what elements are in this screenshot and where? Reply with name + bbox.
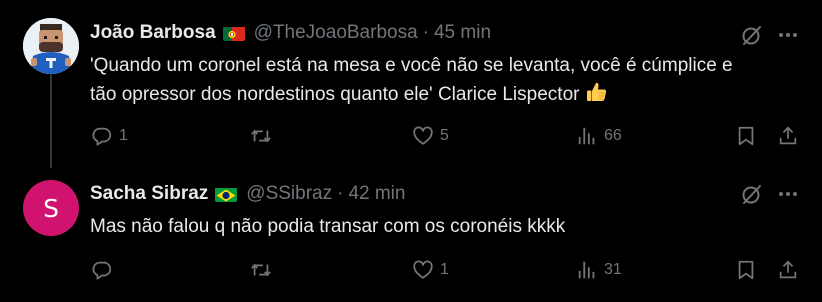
views-icon xyxy=(578,261,595,279)
tweet-1[interactable]: João Barbosa @TheJoaoBarbosa · 45 min 'Q… xyxy=(0,0,822,168)
reply-button[interactable] xyxy=(91,257,119,283)
bookmark-icon xyxy=(738,260,754,280)
post-text-line: tão opressor dos nordestinos quanto ele'… xyxy=(90,80,805,113)
post-text-line: 'Quando um coronel está na mesa e você n… xyxy=(90,55,733,76)
author-handle[interactable]: @TheJoaoBarbosa xyxy=(254,22,418,44)
tweet-2[interactable]: S Sacha Sibraz @SSibraz · 42 min Mas não… xyxy=(0,160,822,302)
post-text: 'Quando um coronel está na mesa e você n… xyxy=(90,52,805,113)
heart-icon xyxy=(413,260,433,279)
like-count: 5 xyxy=(440,127,449,144)
repost-icon xyxy=(251,129,271,143)
like-count: 1 xyxy=(440,261,449,278)
avatar-sacha-sibraz[interactable]: S xyxy=(23,180,79,236)
action-bar: 1 5 66 xyxy=(0,123,822,149)
post-text: Mas não falou q não podia transar com os… xyxy=(90,213,805,241)
bookmark-icon xyxy=(738,126,754,146)
views-button[interactable]: 66 xyxy=(576,123,622,149)
views-count: 66 xyxy=(604,127,622,144)
post-time[interactable]: 42 min xyxy=(348,183,405,205)
brazil-flag-icon xyxy=(215,187,238,202)
repost-button[interactable] xyxy=(250,123,278,149)
post-text-line: Mas não falou q não podia transar com os… xyxy=(90,216,566,237)
thumbs-up-icon xyxy=(585,80,609,113)
views-count: 31 xyxy=(604,261,622,278)
avatar-image xyxy=(23,18,79,74)
views-icon xyxy=(578,127,595,145)
author-name[interactable]: Sacha Sibraz xyxy=(90,183,208,205)
bookmark-button[interactable] xyxy=(735,123,757,149)
share-icon xyxy=(779,260,797,279)
grok-icon[interactable] xyxy=(740,182,764,206)
post-text-line-content: tão opressor dos nordestinos quanto ele'… xyxy=(90,84,580,105)
separator-dot: · xyxy=(337,183,344,204)
repost-button[interactable] xyxy=(250,257,278,283)
more-icon[interactable] xyxy=(776,182,800,206)
author-handle[interactable]: @SSibraz xyxy=(246,183,332,205)
post-header: João Barbosa @TheJoaoBarbosa · 45 min xyxy=(90,20,491,46)
bookmark-button[interactable] xyxy=(735,257,757,283)
separator-dot: · xyxy=(422,22,429,43)
reply-icon xyxy=(92,261,112,280)
share-button[interactable] xyxy=(777,123,799,149)
author-name[interactable]: João Barbosa xyxy=(90,22,216,44)
like-button[interactable]: 1 xyxy=(412,257,449,283)
more-icon[interactable] xyxy=(776,23,800,47)
heart-icon xyxy=(413,126,433,145)
grok-icon[interactable] xyxy=(740,23,764,47)
avatar-letter: S xyxy=(43,193,59,223)
post-header: Sacha Sibraz @SSibraz · 42 min xyxy=(90,181,405,207)
avatar-joao-barbosa[interactable] xyxy=(23,18,79,74)
like-button[interactable]: 5 xyxy=(412,123,449,149)
reply-count: 1 xyxy=(119,127,128,144)
portugal-flag-icon xyxy=(222,26,245,41)
repost-icon xyxy=(251,263,271,277)
reply-button[interactable]: 1 xyxy=(91,123,128,149)
reply-icon xyxy=(92,127,112,146)
share-button[interactable] xyxy=(777,257,799,283)
action-bar: 1 31 xyxy=(0,257,822,283)
share-icon xyxy=(779,126,797,145)
thread-line xyxy=(50,72,52,168)
views-button[interactable]: 31 xyxy=(576,257,622,283)
post-time[interactable]: 45 min xyxy=(434,22,491,44)
